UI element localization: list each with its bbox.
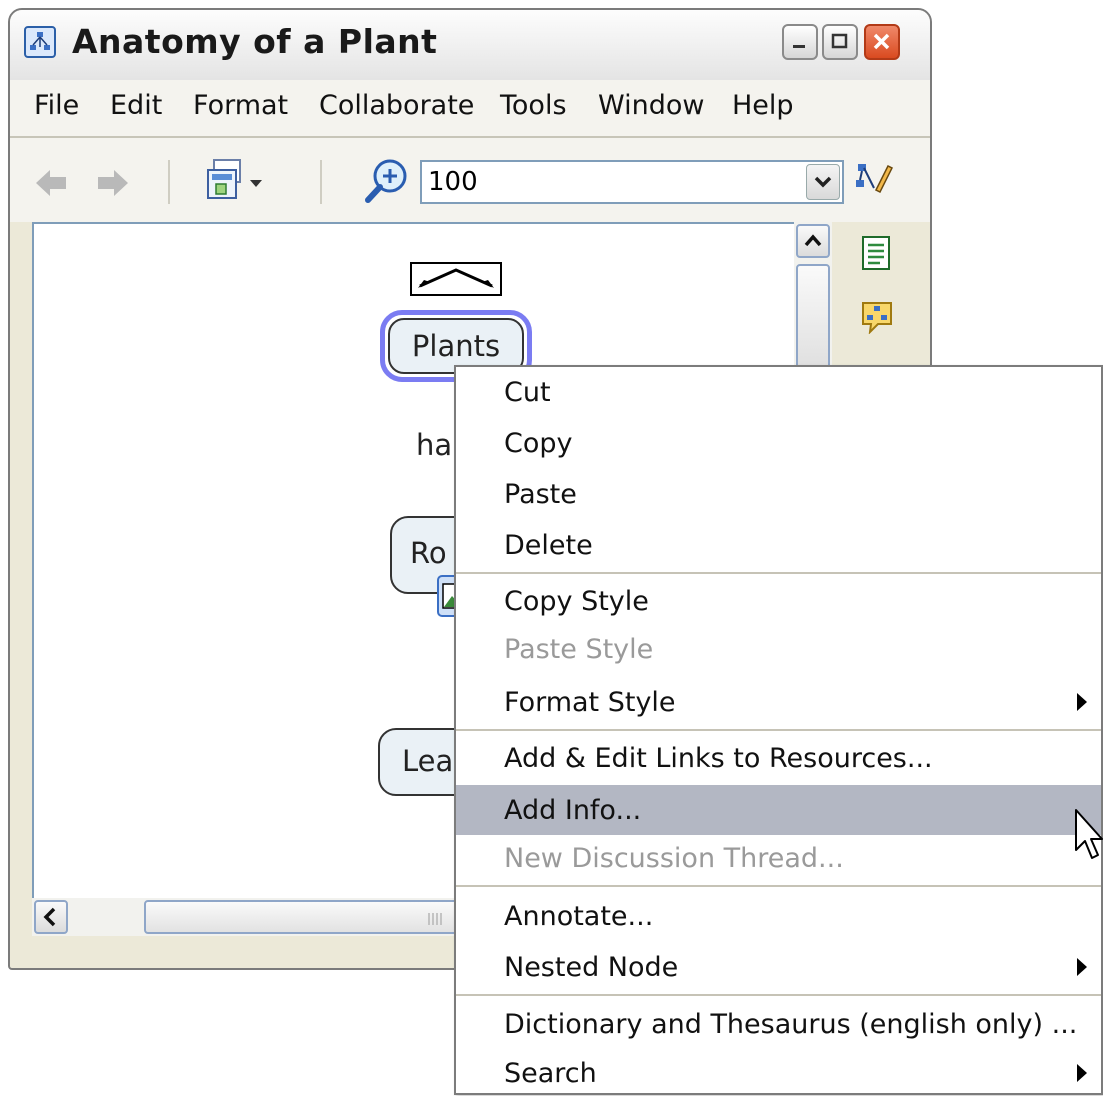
concept-map-comment-icon[interactable] — [860, 300, 894, 334]
toolbar: 100 — [10, 138, 930, 222]
minimize-button[interactable] — [782, 24, 818, 60]
menu-window[interactable]: Window — [598, 90, 704, 121]
menu-item-delete[interactable]: Delete — [456, 522, 1101, 568]
resize-handle-icon[interactable] — [410, 262, 502, 296]
menu-item-search[interactable]: Search — [456, 1050, 1101, 1096]
menu-item-add-edit-links[interactable]: Add & Edit Links to Resources... — [456, 735, 1101, 781]
scroll-up-button[interactable] — [796, 224, 830, 258]
context-menu: Cut Copy Paste Delete Copy Style Paste S… — [454, 365, 1103, 1095]
menu-item-copy-style[interactable]: Copy Style — [456, 578, 1101, 624]
menu-file[interactable]: File — [34, 90, 79, 121]
menu-edit[interactable]: Edit — [110, 90, 162, 121]
menu-help[interactable]: Help — [732, 90, 794, 121]
menu-format[interactable]: Format — [193, 90, 288, 121]
menu-tools[interactable]: Tools — [500, 90, 567, 121]
grip-icon — [428, 913, 442, 925]
menu-item-annotate[interactable]: Annotate... — [456, 893, 1101, 939]
menu-item-format-style[interactable]: Format Style — [456, 679, 1101, 725]
menu-item-new-discussion-thread: New Discussion Thread... — [504, 843, 844, 874]
horizontal-scroll-thumb[interactable] — [144, 900, 484, 934]
submenu-arrow-icon — [1077, 958, 1087, 976]
submenu-arrow-icon — [1077, 1064, 1087, 1082]
menu-collaborate[interactable]: Collaborate — [319, 90, 474, 121]
menu-item-paste-style: Paste Style — [504, 634, 654, 665]
window-title: Anatomy of a Plant — [72, 22, 438, 61]
menu-separator — [456, 994, 1101, 996]
maximize-button[interactable] — [822, 24, 858, 60]
menu-item-cut[interactable]: Cut — [456, 369, 1101, 415]
menu-item-nested-node[interactable]: Nested Node — [456, 944, 1101, 990]
zoom-dropdown-button[interactable] — [806, 164, 840, 200]
zoom-in-icon[interactable] — [362, 156, 412, 206]
menu-separator — [456, 729, 1101, 731]
notes-list-icon[interactable] — [860, 236, 894, 270]
toolbar-separator — [320, 160, 322, 204]
menu-item-copy[interactable]: Copy — [456, 420, 1101, 466]
app-concept-map-icon — [24, 26, 56, 58]
styles-palette-icon[interactable] — [854, 160, 894, 200]
menu-item-dictionary-thesaurus[interactable]: Dictionary and Thesaurus (english only) … — [456, 1001, 1101, 1047]
scroll-left-button[interactable] — [34, 900, 68, 934]
menu-bar: File Edit Format Collaborate Tools Windo… — [10, 80, 930, 138]
close-icon — [873, 33, 890, 50]
title-bar[interactable]: Anatomy of a Plant — [10, 10, 930, 81]
chevron-left-icon — [43, 907, 56, 927]
toolbar-separator — [168, 160, 170, 204]
back-arrow-icon[interactable] — [34, 166, 70, 200]
view-options-icon[interactable] — [206, 158, 270, 204]
link-phrase-has[interactable]: ha — [416, 428, 452, 462]
menu-separator — [456, 572, 1101, 574]
chevron-down-icon — [814, 176, 832, 188]
close-button[interactable] — [864, 24, 900, 60]
menu-item-add-info[interactable]: Add Info... — [456, 785, 1101, 835]
minimize-icon — [793, 45, 805, 48]
chevron-up-icon — [804, 234, 822, 247]
menu-separator — [456, 885, 1101, 887]
forward-arrow-icon[interactable] — [94, 166, 130, 200]
menu-item-paste[interactable]: Paste — [456, 471, 1101, 517]
zoom-combobox[interactable]: 100 — [420, 160, 844, 204]
zoom-value: 100 — [428, 167, 478, 197]
submenu-arrow-icon — [1077, 693, 1087, 711]
maximize-icon — [831, 33, 848, 49]
mouse-cursor-icon — [1075, 809, 1103, 859]
